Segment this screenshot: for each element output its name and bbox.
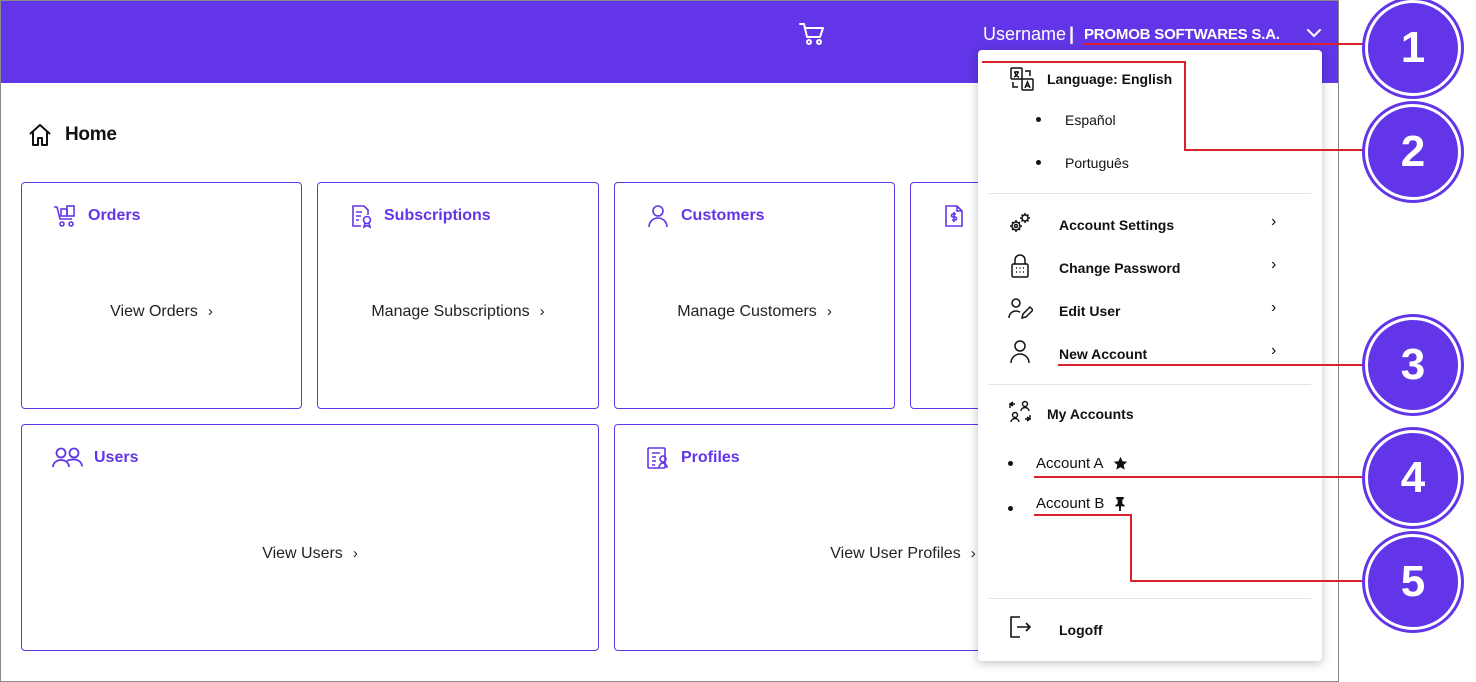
switch-accounts-icon	[1008, 400, 1032, 423]
callout-line-3	[1058, 364, 1366, 366]
chevron-right-icon: ›	[352, 545, 358, 562]
manage-customers-link[interactable]: Manage Customers ›	[615, 303, 894, 321]
card-subscriptions[interactable]: Subscriptions Manage Subscriptions ›	[317, 182, 599, 409]
callout-line-2	[982, 61, 1186, 63]
bullet	[1008, 506, 1013, 511]
link-label: Manage Subscriptions	[371, 303, 530, 320]
card-title: Orders	[88, 207, 141, 224]
header-separator: |	[1069, 24, 1075, 44]
change-password-item[interactable]: Change Password	[1059, 260, 1180, 276]
edit-user-item[interactable]: Edit User	[1059, 303, 1120, 319]
view-orders-link[interactable]: View Orders ›	[22, 303, 301, 321]
divider	[988, 384, 1311, 385]
person-icon	[648, 205, 668, 228]
language-option-pt[interactable]: Português	[1065, 155, 1129, 171]
card-title: Subscriptions	[384, 207, 491, 224]
chevron-right-icon[interactable]: ›	[1271, 256, 1276, 274]
account-name: Account A	[1036, 455, 1104, 472]
bullet	[1036, 160, 1041, 165]
pin-icon[interactable]	[1113, 496, 1127, 511]
chevron-right-icon[interactable]: ›	[1271, 299, 1276, 317]
bullet	[1036, 117, 1041, 122]
account-a-item[interactable]: Account A	[1036, 455, 1104, 472]
card-customers[interactable]: Customers Manage Customers ›	[614, 182, 895, 409]
chevron-right-icon: ›	[539, 303, 545, 320]
gears-icon	[1010, 213, 1030, 232]
callout-line-5-vertical	[1130, 514, 1132, 582]
chevron-right-icon[interactable]: ›	[1271, 213, 1276, 231]
new-account-item[interactable]: New Account	[1059, 346, 1147, 362]
chevron-down-icon[interactable]	[1306, 27, 1322, 39]
cart-icon[interactable]	[798, 21, 826, 47]
breadcrumb: Home	[27, 123, 117, 147]
link-label: View Users	[262, 545, 343, 562]
lock-icon	[1011, 254, 1029, 278]
callout-line-2-vertical	[1184, 61, 1186, 151]
translate-icon	[1010, 67, 1034, 91]
callout-badge-1: 1	[1365, 0, 1461, 96]
account-b-item[interactable]: Account B	[1036, 495, 1104, 512]
home-icon[interactable]	[27, 123, 53, 147]
link-label: Manage Customers	[677, 303, 817, 320]
chevron-right-icon: ›	[207, 303, 213, 320]
callout-line-1	[1083, 43, 1366, 45]
divider	[988, 598, 1311, 599]
manage-subscriptions-link[interactable]: Manage Subscriptions ›	[318, 303, 598, 321]
card-title: Users	[94, 449, 139, 466]
callout-badge-5: 5	[1365, 534, 1461, 630]
callout-badge-4: 4	[1365, 430, 1461, 526]
callout-line-5-horizontal	[1130, 580, 1366, 582]
callout-badge-3: 3	[1365, 317, 1461, 413]
divider	[988, 193, 1311, 194]
company-name[interactable]: PROMOB SOFTWARES S.A.	[1084, 26, 1280, 43]
callout-line-5	[1034, 514, 1132, 516]
page-title: Home	[65, 124, 117, 145]
cart-icon	[54, 205, 75, 227]
logoff-item[interactable]: Logoff	[1059, 622, 1103, 638]
callout-badge-2: 2	[1365, 104, 1461, 200]
account-settings-item[interactable]: Account Settings	[1059, 217, 1174, 233]
card-orders[interactable]: Orders View Orders ›	[21, 182, 302, 409]
link-label: View User Profiles	[830, 545, 961, 562]
chevron-right-icon[interactable]: ›	[1271, 342, 1276, 360]
card-title: Profiles	[681, 449, 740, 466]
card-users[interactable]: Users View Users ›	[21, 424, 599, 651]
card-title: Customers	[681, 207, 765, 224]
account-name: Account B	[1036, 495, 1105, 512]
link-label: View Orders	[110, 303, 198, 320]
profile-icon	[647, 447, 668, 469]
user-dropdown-menu: Language: English Español Português Acco…	[978, 50, 1322, 661]
chevron-right-icon: ›	[970, 545, 976, 562]
language-option-es[interactable]: Español	[1065, 112, 1116, 128]
language-label: Language: English	[1047, 71, 1173, 87]
chevron-right-icon: ›	[826, 303, 832, 320]
edit-user-icon	[1008, 298, 1033, 320]
username[interactable]: Username	[983, 24, 1066, 45]
users-icon	[52, 447, 83, 468]
invoice-icon	[945, 205, 963, 227]
my-accounts-label: My Accounts	[1047, 406, 1134, 422]
callout-line-4	[1034, 476, 1366, 478]
bullet	[1008, 461, 1013, 466]
callout-line-2-horizontal	[1184, 149, 1366, 151]
logoff-icon	[1010, 616, 1031, 638]
view-users-link[interactable]: View Users ›	[22, 545, 598, 563]
star-icon[interactable]	[1113, 456, 1128, 471]
subscription-icon	[352, 205, 372, 229]
person-icon	[1010, 340, 1030, 364]
